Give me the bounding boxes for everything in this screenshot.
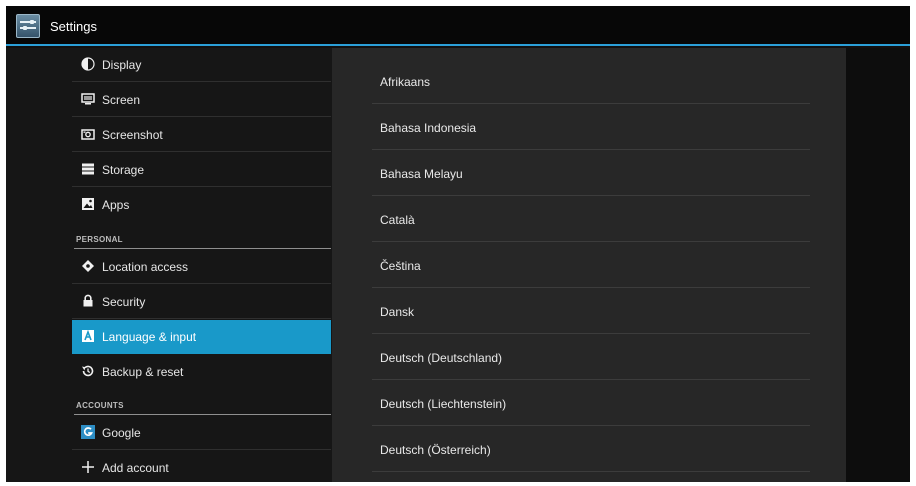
google-g-icon (81, 425, 95, 439)
sidebar-item-backup-reset[interactable]: Backup & reset (72, 355, 331, 389)
sidebar-item-google[interactable]: Google (72, 416, 331, 450)
list-item[interactable]: Deutsch (Liechtenstein) (372, 380, 810, 426)
settings-screen: Settings Display Screen Screenshot Stora… (6, 6, 910, 482)
screenshot-camera-icon (81, 129, 95, 140)
section-header-accounts: ACCOUNTS (74, 393, 331, 415)
sidebar-item-screenshot[interactable]: Screenshot (72, 118, 331, 152)
list-item[interactable]: Čeština (372, 242, 810, 288)
list-item[interactable]: Deutsch (Österreich) (372, 426, 810, 472)
page-title: Settings (50, 19, 97, 34)
sidebar-item-display[interactable]: Display (72, 48, 331, 82)
lock-icon (83, 294, 93, 307)
list-item[interactable]: Afrikaans (372, 58, 810, 104)
list-item[interactable]: Dansk (372, 288, 810, 334)
list-item[interactable]: Bahasa Indonesia (372, 104, 810, 150)
settings-sliders-icon[interactable] (16, 14, 40, 38)
language-list: Afrikaans Bahasa Indonesia Bahasa Melayu… (332, 48, 846, 482)
sidebar-item-location-access[interactable]: Location access (72, 250, 331, 284)
sidebar-item-label: Location access (102, 260, 189, 274)
section-header-personal: PERSONAL (74, 227, 331, 249)
sidebar-item-add-account[interactable]: Add account (72, 451, 331, 482)
sidebar-item-label: Language & input (102, 330, 197, 344)
sidebar-item-label: Display (102, 58, 142, 72)
display-brightness-icon (81, 57, 95, 71)
sidebar-item-security[interactable]: Security (72, 285, 331, 319)
screen-monitor-icon (81, 93, 95, 105)
list-item[interactable]: Bahasa Melayu (372, 150, 810, 196)
right-gutter (846, 48, 910, 482)
sidebar-item-screen[interactable]: Screen (72, 83, 331, 117)
storage-icon (82, 163, 94, 175)
list-item[interactable]: Deutsch (Deutschland) (372, 334, 810, 380)
sidebar-item-label: Backup & reset (102, 365, 184, 379)
sidebar-item-label: Security (102, 295, 146, 309)
plus-icon (82, 461, 94, 473)
sidebar-item-label: Google (102, 426, 141, 440)
sidebar-item-language-input[interactable]: Language & input (72, 320, 331, 354)
sidebar-item-label: Storage (102, 163, 145, 177)
list-item[interactable]: Català (372, 196, 810, 242)
sidebar-item-label: Screen (102, 93, 141, 107)
sidebar-item-label: Screenshot (102, 128, 163, 142)
sidebar-item-label: Add account (102, 461, 169, 475)
keyboard-a-icon (82, 329, 94, 342)
apps-image-icon (82, 198, 94, 210)
sidebar-item-label: Apps (102, 198, 130, 212)
backup-restore-icon (82, 365, 94, 377)
sidebar-item-storage[interactable]: Storage (72, 153, 331, 187)
action-bar: Settings (6, 6, 910, 46)
sidebar-item-apps[interactable]: Apps (72, 188, 331, 222)
location-icon (82, 260, 94, 272)
settings-sidebar: Display Screen Screenshot Storage Apps P… (6, 48, 332, 482)
